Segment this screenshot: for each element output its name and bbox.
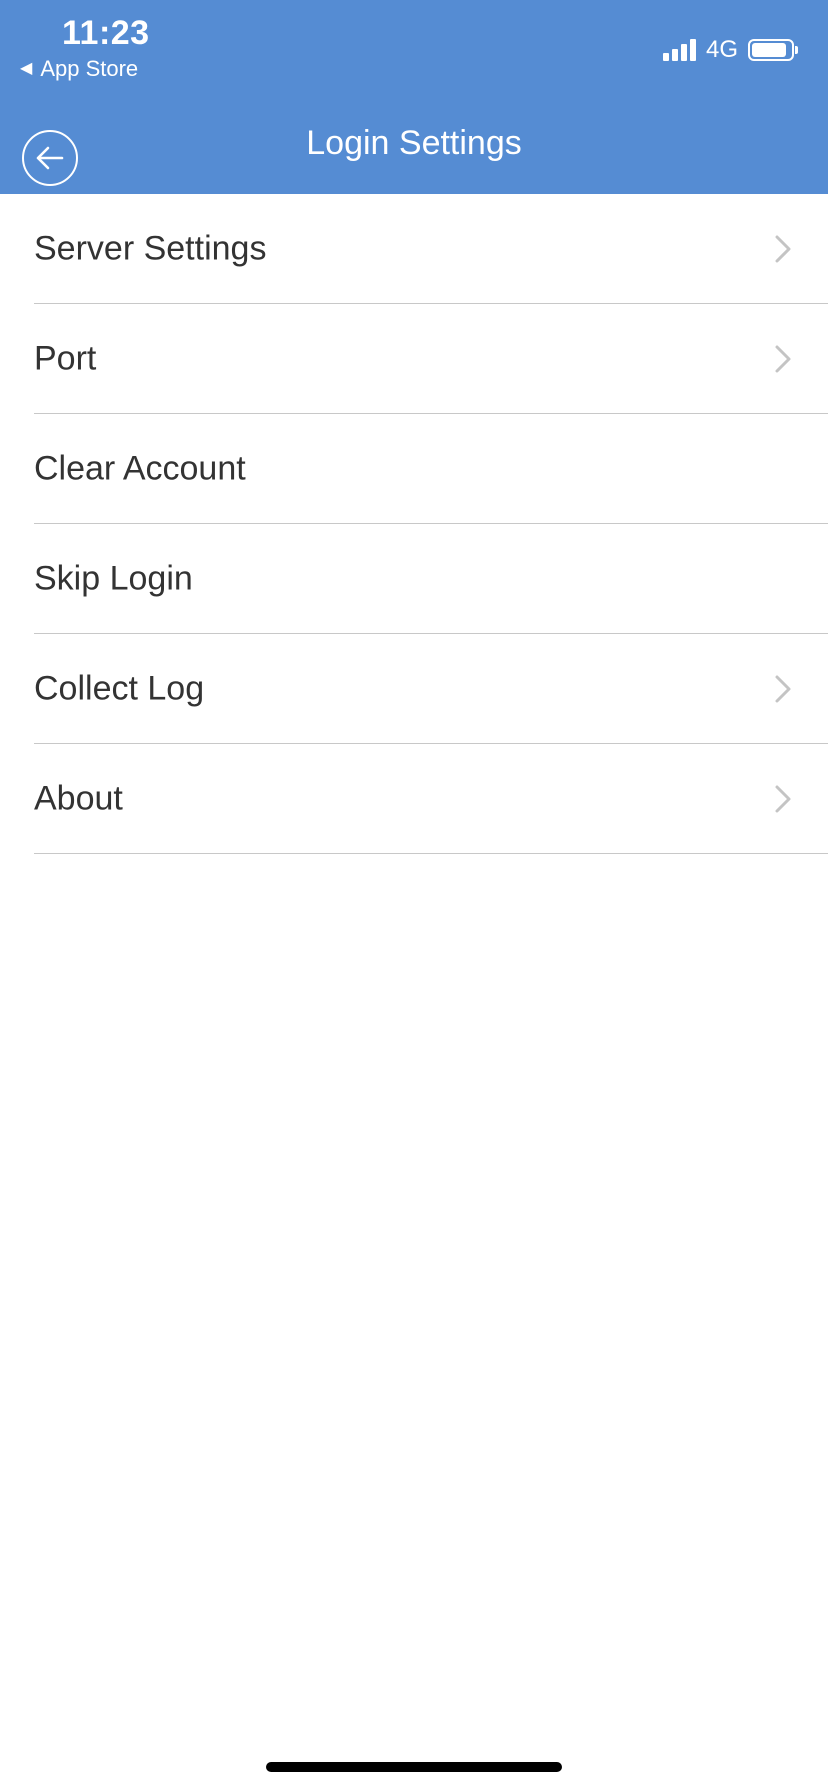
settings-item-skip-login[interactable]: Skip Login: [0, 524, 828, 634]
status-indicators: 4G: [662, 36, 798, 64]
home-indicator[interactable]: [266, 1762, 562, 1772]
settings-item-clear-account[interactable]: Clear Account: [0, 414, 828, 524]
divider: [34, 853, 828, 854]
status-time: 11:23: [62, 14, 150, 52]
page-title: Login Settings: [306, 124, 522, 162]
chevron-right-icon: [775, 675, 791, 703]
chevron-right-icon: [775, 345, 791, 373]
back-triangle-icon: ◀: [20, 60, 33, 77]
chevron-right-icon: [775, 785, 791, 813]
battery-icon: [748, 39, 798, 61]
settings-item-server-settings[interactable]: Server Settings: [0, 194, 828, 304]
settings-item-label: Collect Log: [34, 669, 205, 708]
cellular-signal-icon: [662, 39, 696, 61]
chevron-right-icon: [775, 235, 791, 263]
settings-item-label: About: [34, 779, 123, 818]
settings-item-label: Server Settings: [34, 229, 267, 268]
settings-item-port[interactable]: Port: [0, 304, 828, 414]
settings-item-label: Clear Account: [34, 449, 246, 488]
settings-item-collect-log[interactable]: Collect Log: [0, 634, 828, 744]
settings-item-about[interactable]: About: [0, 744, 828, 854]
status-back-to-app[interactable]: ◀ App Store: [20, 56, 138, 82]
settings-list: Server Settings Port Clear Account Skip …: [0, 194, 828, 854]
settings-item-label: Port: [34, 339, 97, 378]
status-back-app-label: App Store: [40, 56, 139, 81]
network-type: 4G: [705, 36, 738, 63]
settings-item-label: Skip Login: [34, 559, 193, 598]
navigation-header: 11:23 ◀ App Store 4G Login Settings: [0, 0, 828, 194]
